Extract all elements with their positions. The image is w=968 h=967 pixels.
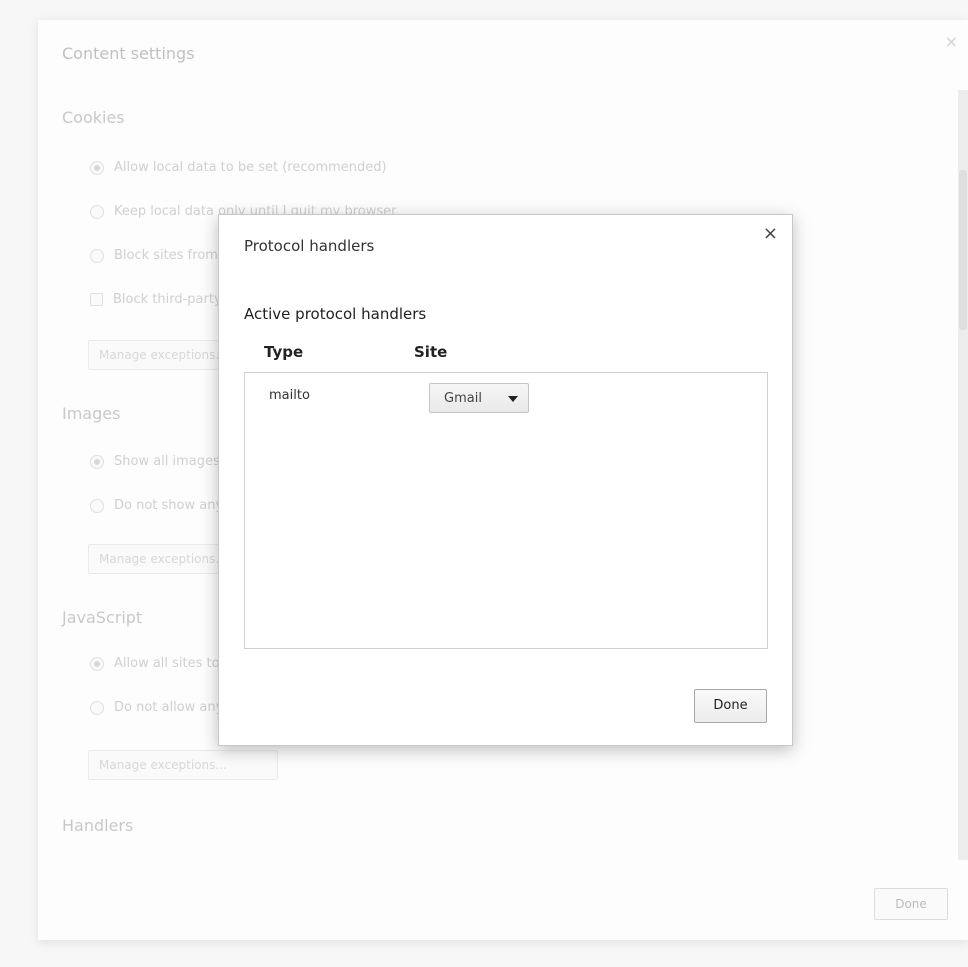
- chevron-down-icon: [508, 396, 518, 402]
- handlers-heading: Handlers: [62, 816, 134, 835]
- radio-icon[interactable]: [90, 656, 104, 671]
- javascript-heading: JavaScript: [62, 608, 143, 627]
- close-icon[interactable]: ×: [945, 32, 958, 51]
- option-label: Allow local data to be set (recommended): [114, 160, 387, 175]
- protocol-handlers-dialog: Protocol handlers × Active protocol hand…: [218, 214, 793, 746]
- scrollbar-track[interactable]: [958, 90, 968, 860]
- done-button[interactable]: Done: [694, 689, 767, 723]
- handler-type: mailto: [269, 388, 310, 403]
- close-icon[interactable]: ×: [763, 225, 778, 243]
- site-select-value: Gmail: [444, 390, 482, 406]
- radio-icon[interactable]: [90, 498, 104, 513]
- active-handlers-heading: Active protocol handlers: [244, 305, 427, 323]
- column-header-site: Site: [414, 343, 448, 361]
- radio-icon[interactable]: [90, 454, 104, 469]
- cookies-heading: Cookies: [62, 108, 125, 127]
- content-settings-title: Content settings: [62, 44, 195, 63]
- checkbox-icon[interactable]: [90, 293, 103, 306]
- content-settings-done-button[interactable]: Done: [874, 888, 948, 920]
- radio-icon[interactable]: [90, 700, 104, 715]
- handlers-table: mailto Gmail: [244, 372, 768, 649]
- site-select[interactable]: Gmail: [429, 383, 529, 413]
- radio-icon[interactable]: [90, 248, 104, 263]
- table-row: mailto Gmail: [245, 379, 767, 415]
- scrollbar-thumb[interactable]: [959, 170, 967, 330]
- javascript-manage-exceptions-button[interactable]: Manage exceptions...: [88, 750, 278, 780]
- images-heading: Images: [62, 404, 121, 423]
- column-header-type: Type: [264, 343, 304, 361]
- radio-icon[interactable]: [90, 160, 104, 175]
- radio-icon[interactable]: [90, 204, 104, 219]
- cookies-option-allow[interactable]: Allow local data to be set (recommended): [90, 160, 387, 175]
- dialog-title: Protocol handlers: [244, 237, 375, 255]
